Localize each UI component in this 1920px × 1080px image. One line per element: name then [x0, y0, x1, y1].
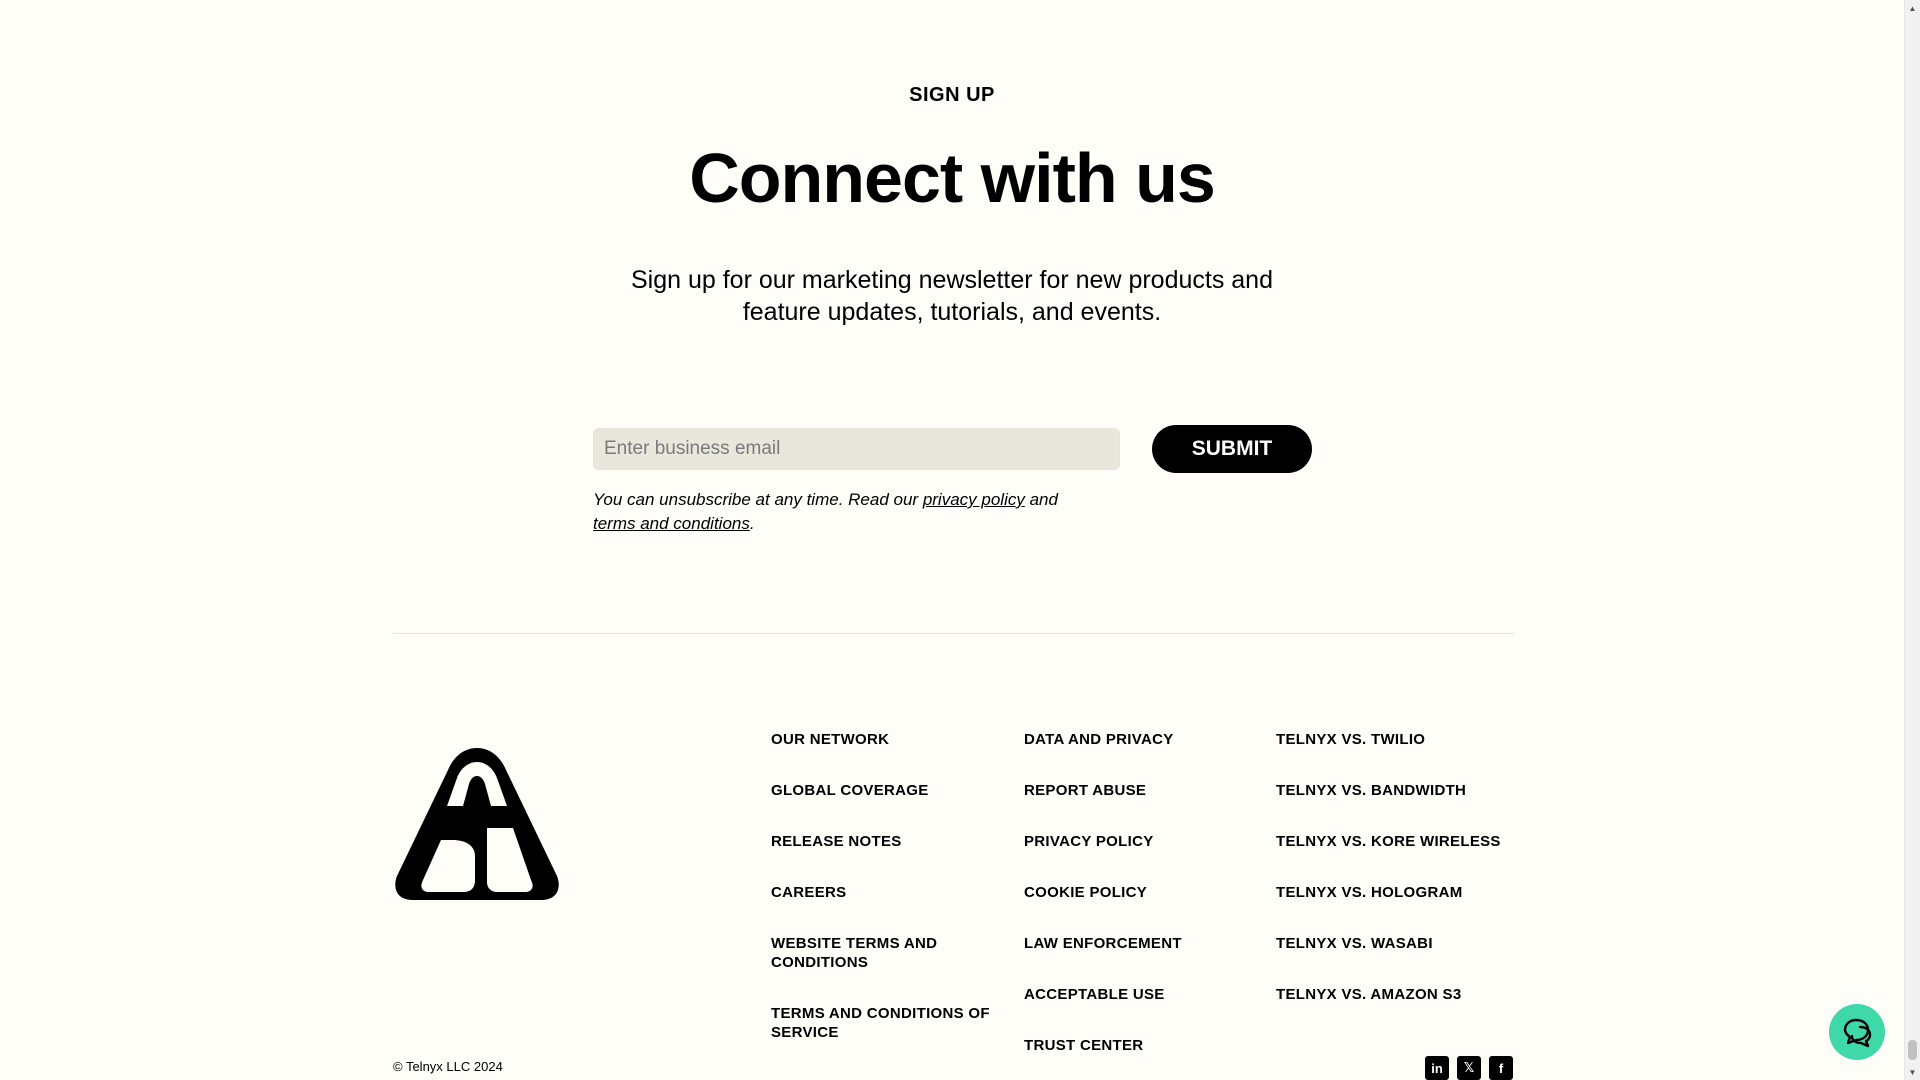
facebook-icon[interactable]: f: [1489, 1056, 1513, 1080]
privacy-policy-link[interactable]: privacy policy: [923, 490, 1025, 509]
terms-link[interactable]: terms and conditions: [593, 514, 750, 533]
footer-link-vs-kore-wireless[interactable]: TELNYX VS. KORE WIRELESS: [1276, 832, 1506, 851]
disclaimer-prefix: You can unsubscribe at any time. Read ou…: [593, 490, 923, 509]
page-scrollbar[interactable]: ▲ ▼: [1904, 0, 1920, 1080]
footer-link-website-terms[interactable]: WEBSITE TERMS AND CONDITIONS: [771, 934, 1001, 972]
footer-link-vs-twilio[interactable]: TELNYX VS. TWILIO: [1276, 730, 1506, 749]
footer-link-vs-bandwidth[interactable]: TELNYX VS. BANDWIDTH: [1276, 781, 1506, 800]
submit-button[interactable]: SUBMIT: [1152, 425, 1312, 473]
footer-link-cookie-policy[interactable]: COOKIE POLICY: [1024, 883, 1254, 902]
footer-link-our-network[interactable]: OUR NETWORK: [771, 730, 1001, 749]
section-divider: [393, 633, 1514, 634]
email-input[interactable]: [593, 428, 1120, 470]
footer-link-terms-of-service[interactable]: TERMS AND CONDITIONS OF SERVICE: [771, 1004, 1001, 1042]
footer-link-vs-hologram[interactable]: TELNYX VS. HOLOGRAM: [1276, 883, 1506, 902]
footer-link-law-enforcement[interactable]: LAW ENFORCEMENT: [1024, 934, 1254, 953]
footer-link-vs-wasabi[interactable]: TELNYX VS. WASABI: [1276, 934, 1506, 953]
footer-link-data-and-privacy[interactable]: DATA AND PRIVACY: [1024, 730, 1254, 749]
footer-link-report-abuse[interactable]: REPORT ABUSE: [1024, 781, 1254, 800]
scroll-thumb[interactable]: [1908, 1040, 1917, 1060]
signup-headline: Connect with us: [689, 139, 1216, 217]
footer-link-careers[interactable]: CAREERS: [771, 883, 1001, 902]
footer-link-vs-amazon-s3[interactable]: TELNYX VS. AMAZON S3: [1276, 985, 1506, 1004]
chat-widget-button[interactable]: [1829, 1004, 1885, 1060]
scroll-up-arrow-icon[interactable]: ▲: [1905, 0, 1920, 16]
footer-link-release-notes[interactable]: RELEASE NOTES: [771, 832, 1001, 851]
footer-link-global-coverage[interactable]: GLOBAL COVERAGE: [771, 781, 1001, 800]
telnyx-logo-icon[interactable]: [393, 748, 561, 900]
copyright-text: © Telnyx LLC 2024: [393, 1059, 503, 1074]
disclaimer-suffix: .: [749, 514, 755, 533]
scroll-down-arrow-icon[interactable]: ▼: [1905, 1064, 1920, 1080]
unsubscribe-disclaimer: You can unsubscribe at any time. Read ou…: [593, 488, 1093, 536]
footer-column-company: OUR NETWORK GLOBAL COVERAGE RELEASE NOTE…: [771, 730, 1001, 1042]
disclaimer-mid: and: [1024, 490, 1058, 509]
footer-link-acceptable-use[interactable]: ACCEPTABLE USE: [1024, 985, 1254, 1004]
social-links: in 𝕏 f: [1425, 1056, 1513, 1080]
footer-column-comparisons: TELNYX VS. TWILIO TELNYX VS. BANDWIDTH T…: [1276, 730, 1506, 1004]
x-icon[interactable]: 𝕏: [1457, 1056, 1481, 1080]
linkedin-icon[interactable]: in: [1425, 1056, 1449, 1080]
footer-link-privacy-policy[interactable]: PRIVACY POLICY: [1024, 832, 1254, 851]
chat-bubbles-icon: [1843, 1018, 1872, 1048]
footer-link-trust-center[interactable]: TRUST CENTER: [1024, 1036, 1254, 1055]
footer-column-legal: DATA AND PRIVACY REPORT ABUSE PRIVACY PO…: [1024, 730, 1254, 1055]
signup-subtext: Sign up for our marketing newsletter for…: [630, 266, 1273, 326]
signup-eyebrow: SIGN UP: [909, 84, 995, 106]
